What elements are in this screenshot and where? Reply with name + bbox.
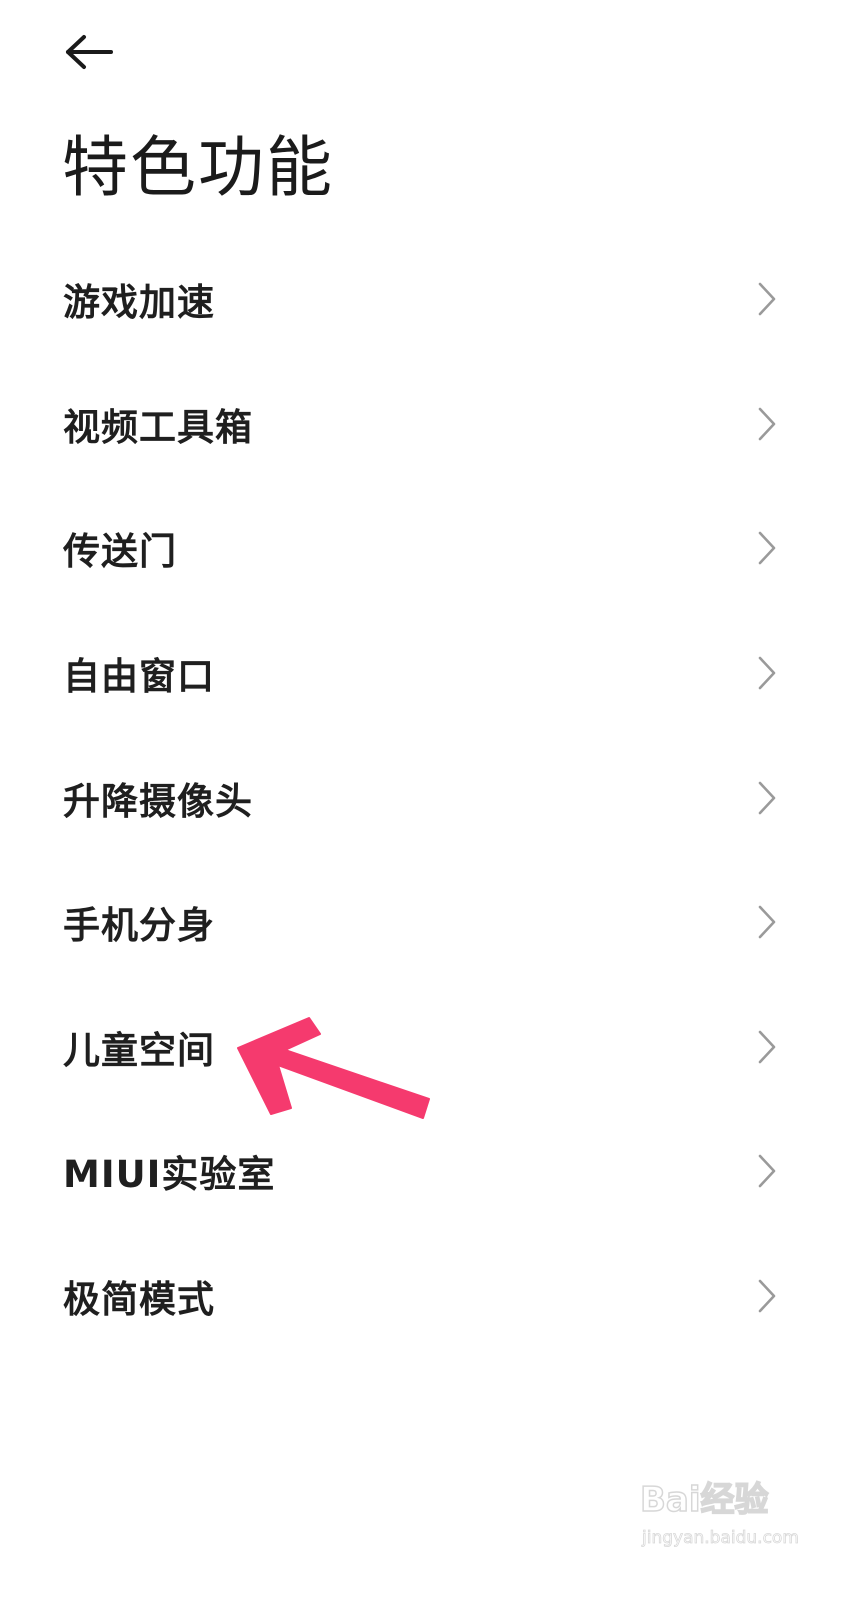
back-button[interactable] [60,30,120,78]
page-title: 特色功能 [62,129,334,206]
menu-item-label: 手机分身 [63,904,215,948]
baidu-jingyan-watermark: Bai经验 jingyan.baidu.com [639,1472,800,1562]
menu-item-label: MIUI实验室 [63,1153,276,1197]
menu-item-free-window[interactable]: 自由窗口 [0,611,855,736]
watermark-url: jingyan.baidu.com [642,1528,800,1549]
chevron-right-icon [756,1153,778,1189]
menu-item-label: 儿童空间 [63,1028,215,1072]
chevron-right-icon [756,1029,778,1065]
menu-item-second-space[interactable]: 手机分身 [0,860,855,985]
menu-item-miui-lab[interactable]: MIUI实验室 [0,1109,855,1234]
menu-item-label: 极简模式 [63,1278,215,1322]
chevron-right-icon [756,655,778,691]
menu-item-label: 升降摄像头 [63,779,253,823]
menu-item-popup-camera[interactable]: 升降摄像头 [0,735,855,860]
menu-item-video-toolbox[interactable]: 视频工具箱 [0,362,855,487]
menu-item-label: 传送门 [63,530,177,574]
chevron-right-icon [756,780,778,816]
menu-item-minimal-mode[interactable]: 极简模式 [0,1234,855,1359]
menu-item-label: 自由窗口 [63,655,215,699]
menu-item-label: 游戏加速 [63,281,215,325]
chevron-right-icon [756,530,778,566]
menu-item-game-boost[interactable]: 游戏加速 [0,237,855,362]
chevron-right-icon [756,1278,778,1314]
menu-item-portal[interactable]: 传送门 [0,486,855,611]
arrow-left-icon [66,35,113,69]
menu-item-label: 视频工具箱 [63,405,253,449]
chevron-right-icon [756,406,778,442]
chevron-right-icon [756,904,778,940]
watermark-logo: Bai经验 [639,1479,769,1521]
chevron-right-icon [756,281,778,317]
feature-menu-list: 游戏加速 视频工具箱 传送门 自由窗口 升降摄像头 手机分身 儿童空间 MIUI… [0,237,855,1358]
menu-item-kids-space[interactable]: 儿童空间 [0,985,855,1110]
